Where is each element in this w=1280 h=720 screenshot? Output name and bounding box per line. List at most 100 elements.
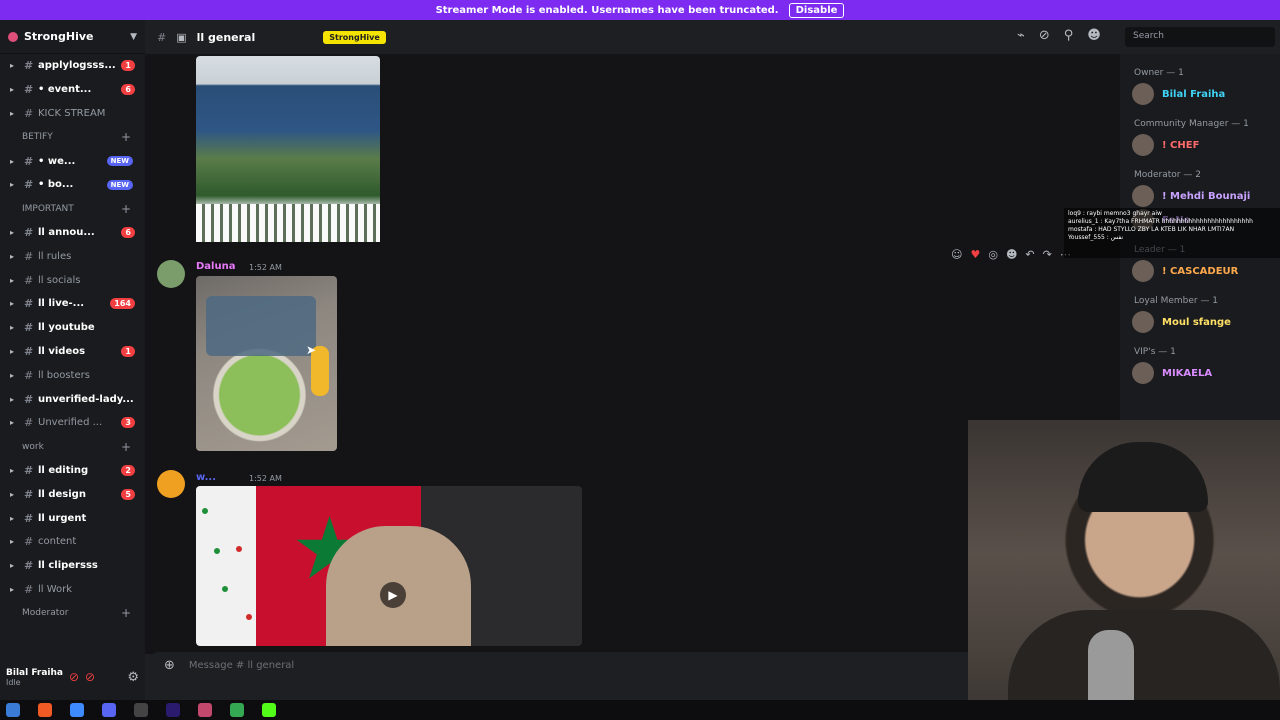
channel-label: ll editing xyxy=(38,464,89,476)
sidebar-channel[interactable]: ▸ # ll Work xyxy=(0,578,145,602)
user-name[interactable]: Bilal Fraiha xyxy=(6,668,63,678)
search-input[interactable]: Search xyxy=(1125,27,1275,47)
sidebar-channel[interactable]: ▸ # • bo... NEW xyxy=(0,173,145,197)
hash-icon: # xyxy=(24,297,34,311)
sidebar-channel[interactable]: ▸ # • we... NEW xyxy=(0,149,145,173)
member-item[interactable]: MIKAELA xyxy=(1132,362,1212,384)
member-item[interactable]: Moul sfange xyxy=(1132,311,1231,333)
sidebar-channel[interactable]: ▸ # KICK STREAM xyxy=(0,102,145,126)
plus-icon[interactable]: ⊕ xyxy=(164,658,175,673)
channel-label: unverified-lady... xyxy=(38,393,134,405)
dot xyxy=(246,614,252,620)
chevron-right-icon: ▸ xyxy=(10,418,15,428)
video-embed[interactable]: ★ ▶ xyxy=(196,486,582,646)
play-icon[interactable]: ▶ xyxy=(380,582,406,608)
sidebar-channel[interactable]: ▸ # ll design 5 xyxy=(0,482,145,506)
message-image-building[interactable] xyxy=(196,56,380,242)
message-timestamp: 1:52 AM xyxy=(249,474,282,483)
sidebar-channel[interactable]: ▸ # • event... 6 xyxy=(0,78,145,102)
gear-icon[interactable]: ⚙ xyxy=(127,670,139,685)
notification-muted-icon[interactable]: ⊘ xyxy=(1039,28,1050,43)
sidebar-channel[interactable]: ▸ # ll editing 2 xyxy=(0,459,145,483)
sidebar-channel[interactable]: ▸ # ll boosters xyxy=(0,363,145,387)
server-header[interactable]: StrongHive ▼ xyxy=(0,20,145,54)
member-item[interactable]: ! Mehdi Bounaji xyxy=(1132,185,1250,207)
start-icon[interactable] xyxy=(6,703,20,717)
launcher-icon[interactable] xyxy=(262,703,276,717)
add-reaction-icon[interactable]: ☻ xyxy=(1006,248,1017,261)
eye-icon[interactable]: ◎ xyxy=(988,248,998,261)
server-tag-badge: StrongHive xyxy=(323,30,386,44)
member-item[interactable]: ! CASCADEUR xyxy=(1132,260,1238,282)
category-23[interactable]: Moderator + xyxy=(0,601,145,625)
message-timestamp: 1:52 AM xyxy=(249,263,282,272)
channel-label: ll youtube xyxy=(38,322,95,334)
sidebar-channel[interactable]: ▸ # content xyxy=(0,530,145,554)
sidebar-channel[interactable]: ▸ # ll urgent xyxy=(0,506,145,530)
unread-badge: 3 xyxy=(121,417,135,429)
avatar[interactable] xyxy=(157,470,185,498)
files-icon[interactable] xyxy=(70,703,84,717)
sidebar-channel[interactable]: ▸ # ll videos 1 xyxy=(0,340,145,364)
forward-icon[interactable]: ↷ xyxy=(1043,248,1052,261)
channel-label: KICK STREAM xyxy=(38,107,106,119)
hash-icon: # xyxy=(24,321,34,335)
hash-icon: # xyxy=(24,249,34,263)
message-image-food[interactable] xyxy=(196,276,337,451)
chevron-right-icon: ▸ xyxy=(10,275,15,285)
plus-icon[interactable]: + xyxy=(121,606,131,620)
chevron-right-icon: ▸ xyxy=(10,537,15,547)
sidebar-channel[interactable]: ▸ # ll youtube xyxy=(0,316,145,340)
mic-muted-icon[interactable]: ⊘ xyxy=(69,670,79,684)
sidebar-channel[interactable]: ▸ # ll annou... 6 xyxy=(0,221,145,245)
channel-label: • event... xyxy=(38,84,92,96)
plus-icon[interactable]: + xyxy=(121,440,131,454)
heart-icon[interactable]: ♥ xyxy=(970,248,980,261)
sidebar-channel[interactable]: ▸ # unverified-lady... xyxy=(0,387,145,411)
disable-streamer-mode-button[interactable]: Disable xyxy=(788,2,845,18)
sidebar-channel[interactable]: ▸ # ll live-... 164 xyxy=(0,292,145,316)
chevron-right-icon: ▸ xyxy=(10,227,15,237)
sidebar-channel[interactable]: ▸ # Unverified ... 3 xyxy=(0,411,145,435)
message-author[interactable]: w... xyxy=(196,472,216,483)
plus-icon[interactable]: + xyxy=(121,202,131,216)
hash-icon: # xyxy=(24,178,34,192)
member-item[interactable]: ! CHEF xyxy=(1132,134,1199,156)
member-group-title: Owner — 1 xyxy=(1134,68,1184,78)
member-name: Moul sfange xyxy=(1162,316,1231,328)
pin-icon[interactable]: ⚲ xyxy=(1064,28,1074,43)
member-name: ! CHEF xyxy=(1162,139,1200,151)
message-input[interactable]: ⊕ Message # ll general xyxy=(152,652,992,678)
sidebar-channel[interactable]: ▸ # applylogsss... 1 xyxy=(0,54,145,78)
member-list-icon[interactable]: ☻ xyxy=(1087,28,1101,43)
chevron-right-icon: ▸ xyxy=(10,584,15,594)
sidebar-channel[interactable]: ▸ # ll rules xyxy=(0,244,145,268)
plus-icon[interactable]: + xyxy=(121,130,131,144)
sidebar-channel[interactable]: ▸ # ll clipersss xyxy=(0,554,145,578)
category-3[interactable]: BETIFY + xyxy=(0,125,145,149)
user-status: Idle xyxy=(6,677,21,687)
sidebar-channel[interactable]: ▸ # ll socials xyxy=(0,268,145,292)
user-panel: Bilal Fraiha Idle ⊘ ⊘ ⚙ xyxy=(0,654,145,700)
avatar xyxy=(1132,260,1154,282)
obs-icon[interactable] xyxy=(134,703,148,717)
channel-icon: ▣ xyxy=(176,30,187,44)
channel-label: • bo... xyxy=(38,179,74,191)
hash-icon: # xyxy=(24,344,34,358)
discord-icon[interactable] xyxy=(102,703,116,717)
brave-icon[interactable] xyxy=(38,703,52,717)
avatar[interactable] xyxy=(157,260,185,288)
category-16[interactable]: work + xyxy=(0,435,145,459)
hash-icon: # xyxy=(24,535,34,549)
laugh-emoji-icon[interactable]: ☺ xyxy=(951,248,962,261)
threads-icon[interactable]: ⌁ xyxy=(1017,28,1025,43)
reply-icon[interactable]: ↶ xyxy=(1025,248,1034,261)
premiere-icon[interactable] xyxy=(166,703,180,717)
chrome-icon[interactable] xyxy=(230,703,244,717)
chevron-right-icon: ▸ xyxy=(10,108,15,118)
photos-icon[interactable] xyxy=(198,703,212,717)
headphones-muted-icon[interactable]: ⊘ xyxy=(85,670,95,684)
category-6[interactable]: IMPORTANT + xyxy=(0,197,145,221)
message-author[interactable]: Daluna xyxy=(196,261,235,272)
member-item[interactable]: Bilal Fraiha xyxy=(1132,83,1225,105)
